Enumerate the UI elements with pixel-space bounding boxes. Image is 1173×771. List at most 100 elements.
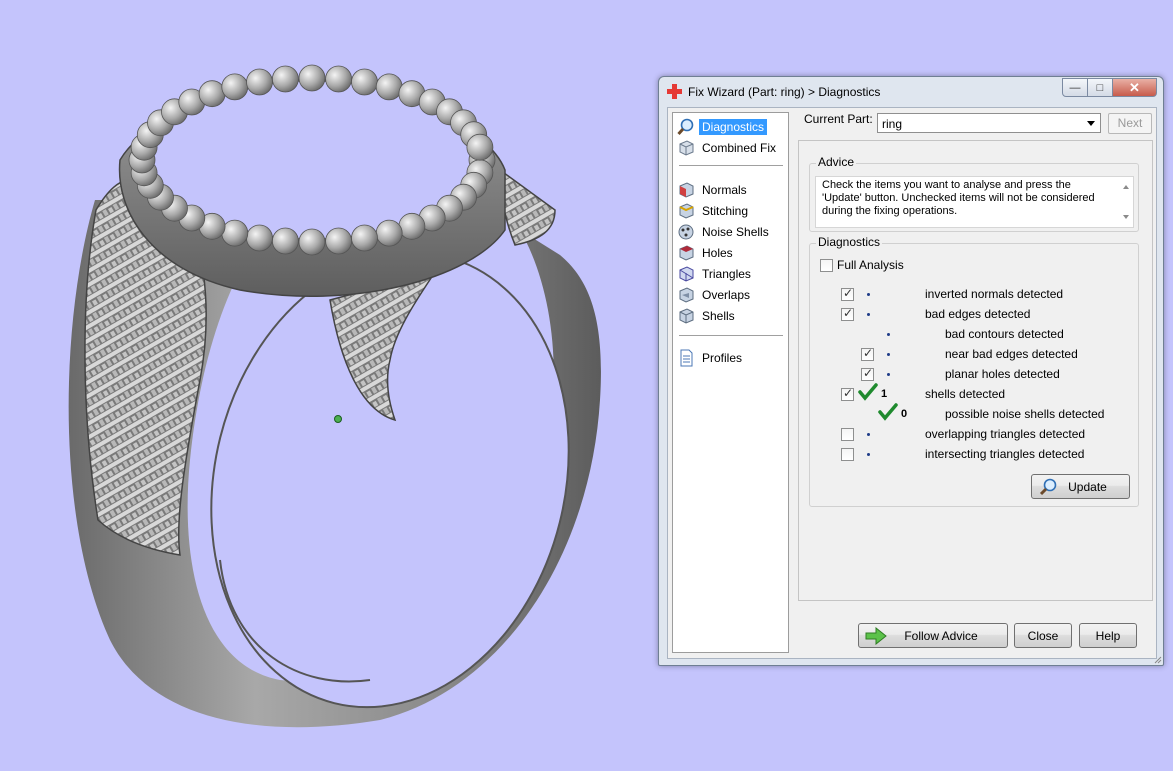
status-dot: [887, 373, 890, 376]
normals-cube-icon: [679, 182, 694, 198]
nav-item-holes[interactable]: Holes: [677, 243, 736, 263]
inverted-normals-checkbox[interactable]: [841, 286, 854, 301]
intersecting-triangles-checkbox[interactable]: [841, 448, 854, 461]
nav-label: Profiles: [702, 351, 743, 365]
near-bad-edges-label: near bad edges detected: [945, 347, 1078, 361]
nav-label: Diagnostics: [699, 119, 768, 135]
shells-checkbox[interactable]: [841, 386, 854, 401]
close-window-button[interactable]: ✕: [1113, 78, 1157, 97]
help-button[interactable]: Help: [1079, 623, 1137, 648]
nav-label: Shells: [702, 309, 735, 323]
bead: [271, 65, 299, 93]
bead: [198, 80, 226, 108]
resize-grip-icon[interactable]: [1152, 654, 1162, 664]
nav-item-shells[interactable]: Shells: [677, 306, 738, 326]
bead: [325, 65, 353, 93]
nav-label: Normals: [702, 183, 747, 197]
maximize-button[interactable]: □: [1088, 78, 1113, 97]
status-dot: [867, 433, 870, 436]
shells-count: 1: [881, 388, 888, 400]
nav-item-combined-fix[interactable]: Combined Fix: [677, 138, 779, 158]
bead: [246, 224, 273, 252]
noise-shells-label: possible noise shells detected: [945, 407, 1105, 421]
full-analysis-label: Full Analysis: [837, 258, 904, 272]
bead: [221, 73, 249, 101]
follow-advice-button[interactable]: Follow Advice: [858, 623, 1008, 648]
advice-text-box: Check the items you want to analyse and …: [815, 176, 1134, 228]
nav-item-diagnostics[interactable]: Diagnostics: [677, 117, 768, 137]
3d-viewport[interactable]: [0, 0, 650, 771]
shells-cube-icon: [679, 308, 694, 324]
bead: [221, 219, 249, 247]
nav-separator: [679, 335, 783, 336]
status-dot: [867, 453, 870, 456]
full-analysis-checkbox[interactable]: [820, 259, 833, 272]
follow-advice-label: Follow Advice: [904, 628, 978, 643]
nav-item-profiles[interactable]: Profiles: [677, 348, 745, 368]
nav-item-triangles[interactable]: Triangles: [677, 264, 754, 284]
bead: [375, 73, 403, 101]
overlapping-triangles-checkbox[interactable]: [841, 428, 854, 441]
scroll-down-icon[interactable]: [1123, 215, 1129, 219]
minimize-button[interactable]: —: [1062, 78, 1088, 97]
status-dot: [887, 353, 890, 356]
near-bad-edges-checkbox[interactable]: [861, 346, 874, 361]
red-cross-icon: [667, 84, 682, 99]
bead: [246, 68, 273, 96]
fix-wizard-window: Fix Wizard (Part: ring) > Diagnostics — …: [658, 76, 1164, 666]
nav-label: Combined Fix: [702, 141, 777, 155]
bad-edges-checkbox[interactable]: [841, 306, 854, 321]
green-check-icon: [858, 383, 878, 401]
bead: [398, 212, 426, 240]
advice-text: Check the items you want to analyse and …: [822, 179, 1095, 217]
cube-icon: [679, 140, 694, 156]
bead: [351, 224, 378, 252]
green-arrow-icon: [865, 627, 887, 645]
title-bar[interactable]: Fix Wizard (Part: ring) > Diagnostics — …: [659, 77, 1163, 107]
magnifier-icon: [677, 118, 694, 136]
current-part-select[interactable]: ring: [877, 113, 1101, 133]
planar-holes-label: planar holes detected: [945, 367, 1060, 381]
next-button[interactable]: Next: [1108, 113, 1152, 134]
bead: [298, 228, 326, 256]
nav-item-normals[interactable]: Normals: [677, 180, 750, 200]
advice-title: Advice: [816, 155, 857, 169]
bead: [271, 227, 299, 255]
current-part-label: Current Part:: [804, 112, 873, 126]
overlapping-triangles-label: overlapping triangles detected: [925, 427, 1086, 441]
shells-label: shells detected: [925, 387, 1006, 401]
diagnostics-panel: Advice Check the items you want to analy…: [798, 140, 1153, 601]
nav-label: Holes: [702, 246, 733, 260]
update-label: Update: [1068, 479, 1107, 494]
ring-model: [68, 64, 601, 728]
pivot-point-icon: [334, 415, 342, 423]
current-part-value: ring: [882, 117, 903, 131]
status-dot: [867, 293, 870, 296]
window-title: Fix Wizard (Part: ring) > Diagnostics: [688, 85, 881, 99]
diagnostics-group: Diagnostics Full Analysis inverted norma…: [809, 235, 1139, 507]
diagnostics-title: Diagnostics: [816, 235, 883, 249]
nav-item-noise-shells[interactable]: Noise Shells: [677, 222, 772, 242]
bead: [298, 64, 326, 92]
close-button[interactable]: Close: [1014, 623, 1072, 648]
noise-shells-icon: [678, 224, 694, 240]
green-check-icon: [878, 403, 898, 421]
nav-item-stitching[interactable]: Stitching: [677, 201, 751, 221]
bead: [466, 133, 494, 161]
holes-cube-icon: [679, 245, 694, 261]
inverted-normals-label: inverted normals detected: [925, 287, 1064, 301]
overlaps-cube-icon: [679, 287, 694, 303]
triangles-cube-icon: [679, 266, 694, 282]
bad-contours-label: bad contours detected: [945, 327, 1064, 341]
update-button[interactable]: Update: [1031, 474, 1130, 499]
wizard-step-list: Diagnostics Combined Fix Normals Stitchi…: [672, 112, 789, 653]
advice-group: Advice Check the items you want to analy…: [809, 155, 1139, 232]
status-dot: [887, 333, 890, 336]
nav-separator: [679, 165, 783, 166]
nav-item-overlaps[interactable]: Overlaps: [677, 285, 753, 305]
nav-label: Triangles: [702, 267, 751, 281]
bead: [325, 227, 353, 255]
bead: [375, 219, 403, 247]
planar-holes-checkbox[interactable]: [861, 366, 874, 381]
scroll-up-icon[interactable]: [1123, 185, 1129, 189]
